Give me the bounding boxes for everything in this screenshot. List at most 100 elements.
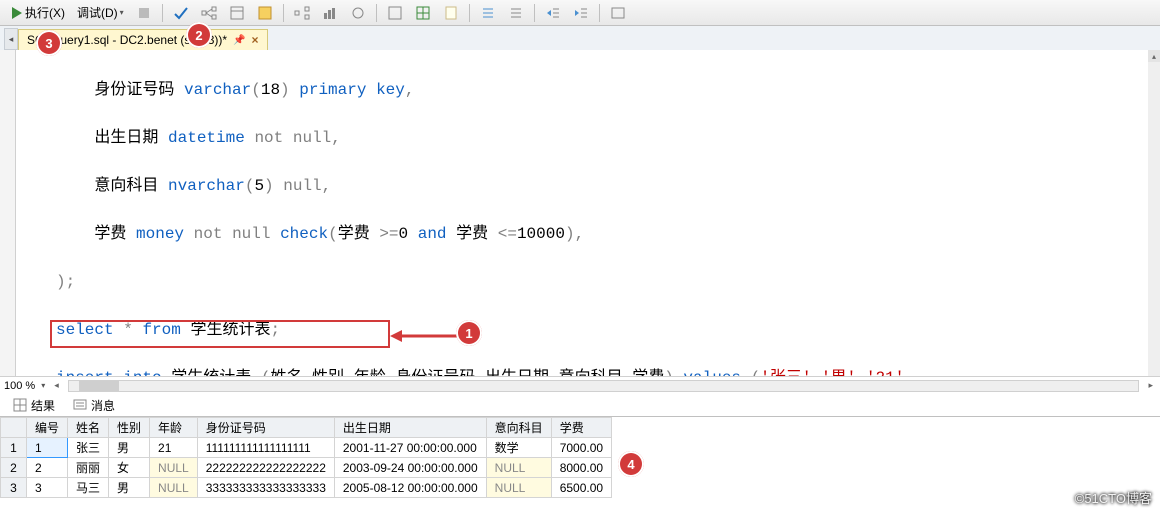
stop-button[interactable]: [131, 2, 157, 24]
cell[interactable]: 2003-09-24 00:00:00.000: [334, 458, 486, 478]
execute-label: 执行(X): [25, 4, 65, 21]
cell[interactable]: 21: [150, 438, 198, 458]
cell[interactable]: 7000.00: [551, 438, 611, 458]
toolbar-separator: [534, 4, 535, 22]
live-stats-button[interactable]: [345, 2, 371, 24]
row-header[interactable]: 3: [1, 478, 27, 498]
grid-icon: [13, 398, 27, 412]
cell[interactable]: 男: [109, 438, 150, 458]
stop-icon: [136, 5, 152, 21]
comment-button[interactable]: [475, 2, 501, 24]
uncomment-icon: [508, 5, 524, 21]
comment-icon: [480, 5, 496, 21]
hscroll-right[interactable]: ▸: [1145, 380, 1156, 391]
cell[interactable]: 333333333333333333: [197, 478, 334, 498]
editor-gutter: [0, 50, 16, 376]
play-icon: [9, 5, 25, 21]
col-header[interactable]: 出生日期: [334, 418, 486, 438]
plan2-icon: [294, 5, 310, 21]
results-grid-button[interactable]: [410, 2, 436, 24]
watermark: ©51CTO博客: [1075, 488, 1152, 507]
col-header[interactable]: 姓名: [68, 418, 109, 438]
tab-messages-label: 消息: [91, 397, 115, 414]
debug-label: 调试(D): [77, 4, 118, 21]
cell[interactable]: 张三: [68, 438, 109, 458]
actual-plan-button[interactable]: [289, 2, 315, 24]
text-results-icon: [387, 5, 403, 21]
document-tab-bar: ◂ SQLQuery1.sql - DC2.benet (sa(53))* 📌 …: [0, 26, 1160, 50]
uncomment-button[interactable]: [503, 2, 529, 24]
results-text-button[interactable]: [382, 2, 408, 24]
results-tab-bar: 结果 消息: [0, 394, 1160, 416]
cell-null[interactable]: NULL: [486, 458, 551, 478]
tab-scroll-left[interactable]: ◂: [4, 28, 18, 50]
tab-messages[interactable]: 消息: [66, 395, 122, 416]
cell[interactable]: 222222222222222222: [197, 458, 334, 478]
estimated-plan-button[interactable]: [196, 2, 222, 24]
cell[interactable]: 1: [27, 438, 68, 458]
template-icon: [610, 5, 626, 21]
col-header[interactable]: 编号: [27, 418, 68, 438]
outdent-icon: [573, 5, 589, 21]
close-icon[interactable]: ×: [252, 33, 259, 47]
annotation-marker-2: 2: [186, 22, 212, 48]
cell-null[interactable]: NULL: [150, 458, 198, 478]
col-header[interactable]: 年龄: [150, 418, 198, 438]
col-header[interactable]: 性别: [109, 418, 150, 438]
cell[interactable]: 2005-08-12 00:00:00.000: [334, 478, 486, 498]
pin-icon[interactable]: 📌: [233, 35, 245, 46]
client-stats-button[interactable]: [317, 2, 343, 24]
specify-values-button[interactable]: [605, 2, 631, 24]
editor-content[interactable]: 身份证号码 varchar(18) primary key, 出生日期 date…: [56, 50, 1148, 376]
cell[interactable]: 数学: [486, 438, 551, 458]
results-file-button[interactable]: [438, 2, 464, 24]
annotation-arrow-1: [390, 328, 460, 344]
cell-null[interactable]: NULL: [150, 478, 198, 498]
list-icon: [257, 5, 273, 21]
cell[interactable]: 丽丽: [68, 458, 109, 478]
table-row[interactable]: 2 2 丽丽 女 NULL 222222222222222222 2003-09…: [1, 458, 612, 478]
cell[interactable]: 2001-11-27 00:00:00.000: [334, 438, 486, 458]
cell-null[interactable]: NULL: [486, 478, 551, 498]
debug-button[interactable]: 调试(D) ▾: [72, 2, 129, 24]
parse-button[interactable]: [168, 2, 194, 24]
grid-results-icon: [415, 5, 431, 21]
cell[interactable]: 3: [27, 478, 68, 498]
intellisense-button[interactable]: [252, 2, 278, 24]
chevron-down-icon[interactable]: ▾: [41, 381, 45, 390]
cell[interactable]: 6500.00: [551, 478, 611, 498]
cell[interactable]: 男: [109, 478, 150, 498]
outdent-button[interactable]: [568, 2, 594, 24]
zoom-value[interactable]: 100 %: [4, 380, 35, 392]
row-header[interactable]: 2: [1, 458, 27, 478]
query-options-button[interactable]: [224, 2, 250, 24]
table-row[interactable]: 1 1 张三 男 21 111111111111111111 2001-11-2…: [1, 438, 612, 458]
indent-button[interactable]: [540, 2, 566, 24]
toolbar-separator: [283, 4, 284, 22]
tab-results[interactable]: 结果: [6, 395, 62, 416]
execute-button[interactable]: 执行(X): [4, 2, 70, 24]
results-grid[interactable]: 编号 姓名 性别 年龄 身份证号码 出生日期 意向科目 学费 1 1 张三 男 …: [0, 416, 1160, 498]
options-icon: [229, 5, 245, 21]
cell[interactable]: 马三: [68, 478, 109, 498]
annotation-marker-1: 1: [456, 320, 482, 346]
cell[interactable]: 女: [109, 458, 150, 478]
grid-header-row: 编号 姓名 性别 年龄 身份证号码 出生日期 意向科目 学费: [1, 418, 612, 438]
col-header[interactable]: 学费: [551, 418, 611, 438]
vertical-scrollbar[interactable]: ▴: [1148, 50, 1160, 376]
cell[interactable]: 8000.00: [551, 458, 611, 478]
annotation-marker-3: 3: [36, 30, 62, 56]
col-header[interactable]: 意向科目: [486, 418, 551, 438]
cell[interactable]: 2: [27, 458, 68, 478]
hscroll-left[interactable]: ◂: [51, 380, 62, 391]
main-toolbar: 执行(X) 调试(D) ▾: [0, 0, 1160, 26]
table-row[interactable]: 3 3 马三 男 NULL 333333333333333333 2005-08…: [1, 478, 612, 498]
sql-editor[interactable]: ▴ 身份证号码 varchar(18) primary key, 出生日期 da…: [0, 50, 1160, 376]
cell[interactable]: 111111111111111111: [197, 438, 334, 458]
horizontal-scrollbar[interactable]: [68, 380, 1140, 392]
zoom-bar: 100 % ▾ ◂ ▸: [0, 376, 1160, 394]
col-header[interactable]: 身份证号码: [197, 418, 334, 438]
check-icon: [173, 5, 189, 21]
row-header[interactable]: 1: [1, 438, 27, 458]
toolbar-separator: [469, 4, 470, 22]
